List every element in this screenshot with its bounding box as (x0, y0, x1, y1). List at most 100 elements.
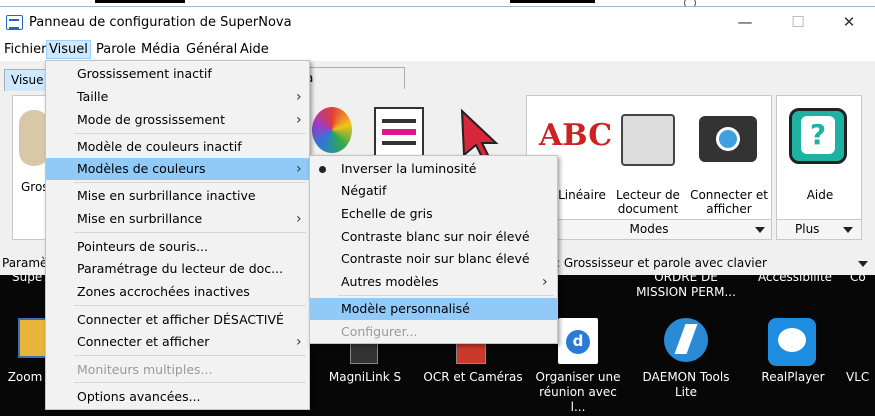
chevron-right-icon: › (296, 211, 302, 227)
speech-bubble-icon (778, 328, 806, 352)
tab-visuel[interactable]: Visue (4, 69, 48, 91)
menu-item-contraste-blanc-noir[interactable]: Contraste blanc sur noir élevé (310, 226, 557, 248)
menu-item-taille[interactable]: Taille › (46, 86, 309, 108)
menu-item-grossissement-inactif[interactable]: Grossissement inactif (46, 63, 309, 85)
document-reader-icon[interactable] (621, 114, 675, 166)
menu-item-zones-accrochees[interactable]: Zones accrochées inactives (46, 281, 309, 303)
window-title: Panneau de configuration de SuperNova (29, 15, 292, 30)
menu-item-modele-couleurs-inactif[interactable]: Modèle de couleurs inactif (46, 136, 309, 158)
menu-item-connecter-afficher[interactable]: Connecter et afficher › (46, 331, 309, 353)
modes-dropdown-icon[interactable] (755, 227, 765, 233)
chevron-right-icon: › (296, 89, 302, 105)
color-wheel-icon[interactable] (312, 107, 352, 153)
label-line: MISSION PERM... (636, 285, 736, 299)
label-line: document (617, 202, 679, 216)
menu-item-label: Moniteurs multiples... (77, 362, 213, 377)
desktop-icon-daemon-label[interactable]: DAEMON Tools Lite (632, 370, 740, 400)
plus-dropdown-icon[interactable] (843, 227, 853, 233)
daemon-tools-icon[interactable] (664, 318, 708, 362)
tab-other[interactable]: a (305, 67, 405, 89)
strip-segment (95, 0, 185, 3)
menu-item-autres-modeles[interactable]: Autres modèles › (310, 271, 557, 293)
title-bar[interactable]: Panneau de configuration de SuperNova — … (0, 7, 875, 39)
menu-item-contraste-noir-blanc[interactable]: Contraste noir sur blanc élevé (310, 248, 557, 270)
strip-segment (510, 0, 595, 3)
minimize-button[interactable]: — (722, 7, 768, 39)
label-line: Lite (674, 385, 698, 399)
zoom-folder-icon[interactable] (18, 318, 48, 358)
lens (716, 127, 740, 151)
desktop-icon-realplayer-label[interactable]: RealPlayer (752, 370, 834, 385)
menu-item-label: Contraste noir sur blanc élevé (341, 251, 530, 266)
menu-item-label: Taille (77, 89, 109, 104)
menu-item-connecter-desactive[interactable]: Connecter et afficher DÉSACTIVÉ (46, 309, 309, 331)
menu-item-echelle-gris[interactable]: Echelle de gris (310, 203, 557, 225)
desktop-icon-meeting-label[interactable]: Organiser une réunion avec l... (530, 370, 626, 415)
menu-item-label: Grossissement inactif (77, 66, 212, 81)
menu-item-label: Connecter et afficher (77, 334, 210, 349)
maximize-button[interactable]: ☐ (775, 7, 821, 39)
realplayer-icon[interactable] (768, 318, 816, 366)
menu-aide[interactable]: Aide (239, 42, 270, 57)
menu-item-label: Pointeurs de souris... (77, 239, 208, 254)
abc-icon[interactable]: ABC (539, 116, 612, 156)
meeting-doc-icon[interactable]: d (558, 318, 598, 364)
status-profile[interactable]: : Grossisseur et parole avec clavier (556, 256, 767, 270)
menu-item-surbrillance[interactable]: Mise en surbrillance › (46, 208, 309, 230)
ribbon-label-lecteur[interactable]: Lecteur de document (613, 188, 683, 216)
line (382, 141, 416, 145)
radio-checked-icon (319, 166, 326, 173)
close-button[interactable]: ✕ (826, 7, 872, 39)
highlight-lines-icon[interactable] (374, 107, 424, 161)
ribbon-label-lineaire[interactable]: Linéaire (557, 188, 607, 202)
chevron-right-icon: › (296, 161, 302, 177)
couleurs-submenu: Inverser la luminosité Négatif Echelle d… (309, 155, 558, 344)
menu-item-moniteurs-multiples: Moniteurs multiples... (46, 359, 309, 381)
profile-dropdown-icon[interactable] (858, 261, 868, 267)
menu-item-label: Mise en surbrillance (77, 211, 203, 226)
menu-item-modele-personnalise[interactable]: Modèle personnalisé (310, 298, 557, 320)
menu-item-pointeurs-souris[interactable]: Pointeurs de souris... (46, 236, 309, 258)
menu-separator (74, 355, 306, 356)
label-line: réunion avec l... (539, 385, 617, 414)
desktop-icon-magnilink-label[interactable]: MagniLink S (322, 370, 408, 385)
menu-item-modeles-couleurs[interactable]: Modèles de couleurs › (46, 158, 309, 180)
d-letter-icon: d (566, 330, 590, 354)
desktop-icon-zoom-label[interactable]: Zoom (0, 370, 50, 385)
help-icon[interactable]: ? (789, 108, 847, 164)
menu-separator (338, 295, 554, 296)
menu-item-label: Echelle de gris (341, 206, 433, 221)
menu-item-label: Mode de grossissement (77, 112, 225, 127)
menu-parole[interactable]: Parole (95, 42, 137, 57)
menu-visuel[interactable]: Visuel (46, 40, 91, 59)
menu-item-label: Négatif (341, 183, 387, 198)
label-line: Connecter et (690, 188, 768, 202)
desktop-icon-vlc-label[interactable]: VLC (846, 370, 875, 385)
lightning-icon (674, 324, 698, 354)
ribbon-label-aide[interactable]: Aide (797, 188, 843, 202)
menu-item-inverser-luminosite[interactable]: Inverser la luminosité (310, 158, 557, 180)
menu-item-lecteur-doc[interactable]: Paramétrage du lecteur de doc... (46, 258, 309, 280)
menu-item-options-avancees[interactable]: Options avancées... (46, 386, 309, 408)
ribbon-label-connecter[interactable]: Connecter et afficher (689, 188, 769, 216)
menu-item-label: Contraste blanc sur noir élevé (341, 229, 530, 244)
app-icon (6, 15, 23, 30)
menu-general[interactable]: Général (185, 42, 238, 57)
visuel-menu: Grossissement inactif Taille › Mode de gr… (45, 60, 310, 410)
menu-item-label: Modèle personnalisé (341, 301, 470, 316)
ribbon-group-modes: ABC Linéaire Lecteur de document Connect… (526, 95, 772, 240)
menu-item-negatif[interactable]: Négatif (310, 180, 557, 202)
menu-item-label: Autres modèles (341, 274, 439, 289)
menu-item-surbrillance-inactive[interactable]: Mise en surbrillance inactive (46, 185, 309, 207)
menu-separator (74, 232, 306, 233)
group-label-modes[interactable]: Modes (527, 219, 771, 239)
label-line: afficher (706, 202, 752, 216)
menu-item-mode-grossissement[interactable]: Mode de grossissement › (46, 109, 309, 131)
desktop-icon-ocr-label[interactable]: OCR et Caméras (418, 370, 528, 385)
menu-fichier[interactable]: Fichier (3, 42, 48, 57)
menu-media[interactable]: Média (140, 42, 181, 57)
chevron-right-icon: › (296, 112, 302, 128)
chevron-right-icon: › (542, 274, 548, 290)
camera-icon[interactable] (699, 116, 757, 162)
menu-item-configurer: Configurer... (310, 321, 557, 343)
